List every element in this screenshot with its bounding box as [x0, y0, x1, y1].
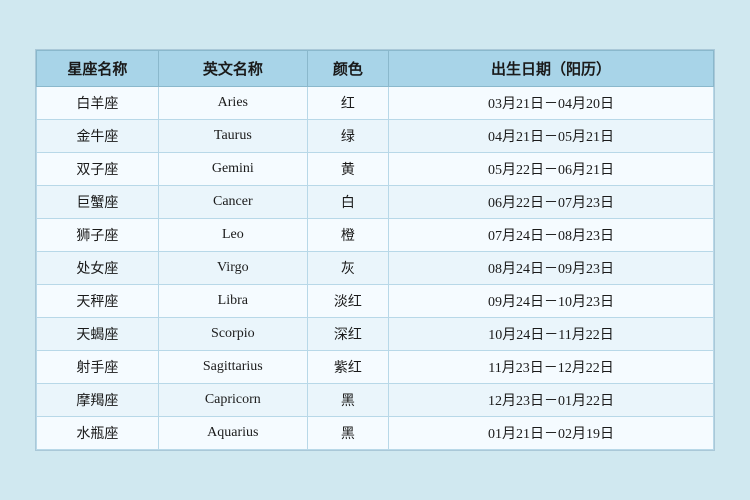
cell-color: 绿: [307, 120, 388, 153]
cell-chinese: 天秤座: [37, 285, 159, 318]
cell-chinese: 射手座: [37, 351, 159, 384]
cell-date: 07月24日－08月23日: [389, 219, 714, 252]
header-date: 出生日期（阳历）: [389, 51, 714, 87]
table-row: 水瓶座Aquarius黑01月21日－02月19日: [37, 417, 714, 450]
table-row: 双子座Gemini黄05月22日－06月21日: [37, 153, 714, 186]
cell-date: 03月21日－04月20日: [389, 87, 714, 120]
cell-date: 10月24日－11月22日: [389, 318, 714, 351]
table-row: 巨蟹座Cancer白06月22日－07月23日: [37, 186, 714, 219]
table-row: 白羊座Aries红03月21日－04月20日: [37, 87, 714, 120]
cell-color: 黑: [307, 384, 388, 417]
zodiac-table: 星座名称 英文名称 颜色 出生日期（阳历） 白羊座Aries红03月21日－04…: [36, 50, 714, 450]
cell-date: 11月23日－12月22日: [389, 351, 714, 384]
cell-date: 06月22日－07月23日: [389, 186, 714, 219]
cell-chinese: 摩羯座: [37, 384, 159, 417]
header-chinese: 星座名称: [37, 51, 159, 87]
cell-chinese: 狮子座: [37, 219, 159, 252]
cell-chinese: 处女座: [37, 252, 159, 285]
cell-date: 04月21日－05月21日: [389, 120, 714, 153]
cell-english: Leo: [158, 219, 307, 252]
cell-color: 黑: [307, 417, 388, 450]
cell-date: 09月24日－10月23日: [389, 285, 714, 318]
zodiac-table-container: 星座名称 英文名称 颜色 出生日期（阳历） 白羊座Aries红03月21日－04…: [35, 49, 715, 451]
cell-chinese: 巨蟹座: [37, 186, 159, 219]
cell-color: 紫红: [307, 351, 388, 384]
cell-english: Libra: [158, 285, 307, 318]
cell-date: 08月24日－09月23日: [389, 252, 714, 285]
cell-color: 灰: [307, 252, 388, 285]
cell-english: Aries: [158, 87, 307, 120]
cell-color: 橙: [307, 219, 388, 252]
table-row: 天秤座Libra淡红09月24日－10月23日: [37, 285, 714, 318]
cell-chinese: 金牛座: [37, 120, 159, 153]
cell-date: 12月23日－01月22日: [389, 384, 714, 417]
table-row: 天蝎座Scorpio深红10月24日－11月22日: [37, 318, 714, 351]
cell-english: Scorpio: [158, 318, 307, 351]
cell-english: Gemini: [158, 153, 307, 186]
cell-color: 淡红: [307, 285, 388, 318]
cell-color: 黄: [307, 153, 388, 186]
table-row: 处女座Virgo灰08月24日－09月23日: [37, 252, 714, 285]
cell-color: 白: [307, 186, 388, 219]
cell-chinese: 双子座: [37, 153, 159, 186]
cell-english: Aquarius: [158, 417, 307, 450]
cell-english: Virgo: [158, 252, 307, 285]
cell-english: Capricorn: [158, 384, 307, 417]
cell-english: Sagittarius: [158, 351, 307, 384]
header-color: 颜色: [307, 51, 388, 87]
cell-english: Taurus: [158, 120, 307, 153]
cell-chinese: 白羊座: [37, 87, 159, 120]
table-row: 金牛座Taurus绿04月21日－05月21日: [37, 120, 714, 153]
cell-date: 05月22日－06月21日: [389, 153, 714, 186]
table-row: 摩羯座Capricorn黑12月23日－01月22日: [37, 384, 714, 417]
cell-color: 红: [307, 87, 388, 120]
table-row: 射手座Sagittarius紫红11月23日－12月22日: [37, 351, 714, 384]
table-header-row: 星座名称 英文名称 颜色 出生日期（阳历）: [37, 51, 714, 87]
table-row: 狮子座Leo橙07月24日－08月23日: [37, 219, 714, 252]
cell-date: 01月21日－02月19日: [389, 417, 714, 450]
cell-chinese: 天蝎座: [37, 318, 159, 351]
cell-chinese: 水瓶座: [37, 417, 159, 450]
header-english: 英文名称: [158, 51, 307, 87]
cell-color: 深红: [307, 318, 388, 351]
cell-english: Cancer: [158, 186, 307, 219]
